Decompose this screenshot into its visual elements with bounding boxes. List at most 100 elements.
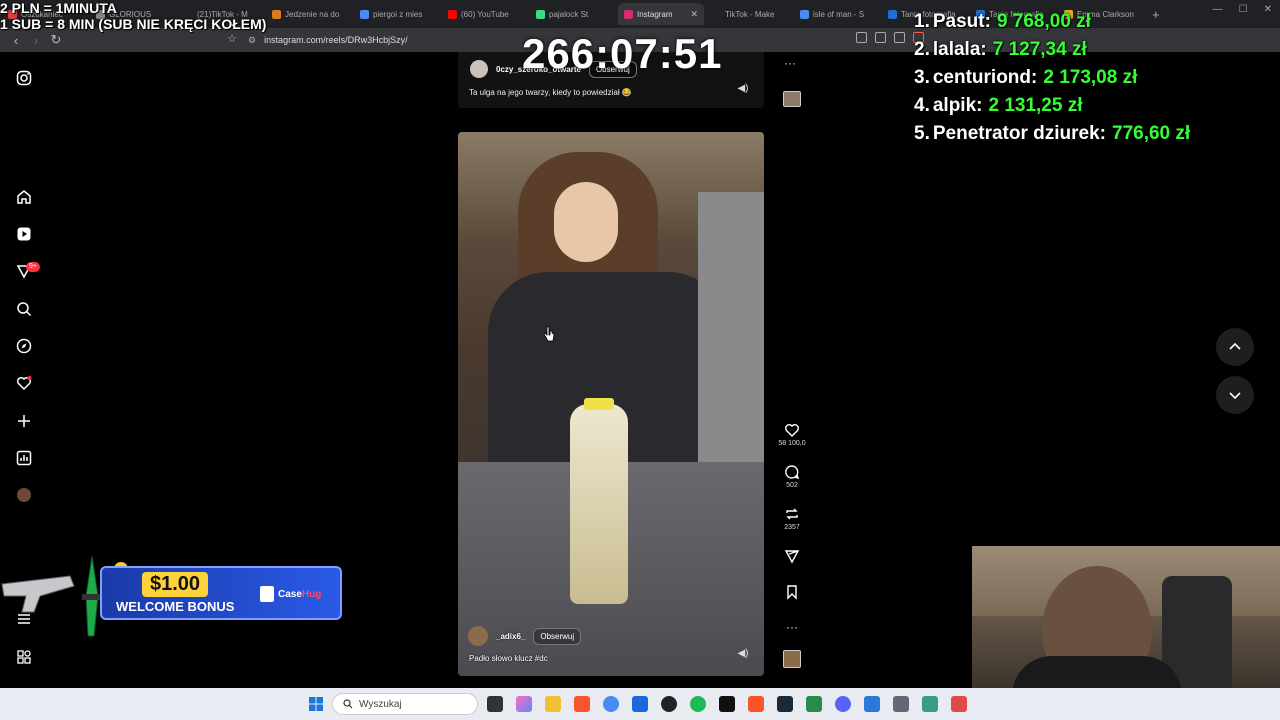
previous-audio-thumbnail[interactable]: [783, 91, 801, 107]
follow-button[interactable]: Obserwuj: [533, 627, 582, 645]
browser-tab[interactable]: (60) YouTube: [442, 3, 528, 25]
leaderboard-name: alpik:: [932, 95, 983, 116]
author-name[interactable]: _adix6_: [496, 632, 525, 641]
minimize-icon[interactable]: —: [1213, 4, 1223, 15]
profile-avatar[interactable]: [15, 486, 33, 504]
url-text: instagram.com/reels/DRw3HcbjSzy/: [264, 35, 408, 45]
settings-icon[interactable]: [893, 696, 909, 712]
close-window-icon[interactable]: ✕: [1264, 4, 1272, 15]
like-heart-icon[interactable]: [784, 422, 800, 438]
copilot-icon[interactable]: [516, 696, 532, 712]
tab-favicon-icon: [888, 9, 897, 19]
spotify-icon[interactable]: [690, 696, 706, 712]
leaderboard-amount: 9 768,00 zł: [996, 11, 1091, 32]
audio-thumbnail[interactable]: [783, 650, 801, 668]
leaderboard-name: Penetrator dziurek:: [932, 123, 1107, 144]
mute-icon[interactable]: ◀): [736, 648, 750, 662]
window-controls: — ☐ ✕: [1213, 4, 1272, 15]
back-icon[interactable]: ‹: [6, 33, 26, 48]
leaderboard-name: lalala:: [932, 39, 987, 60]
tab-favicon-icon: [448, 9, 457, 19]
leaderboard-rank: 4.: [914, 95, 930, 116]
dashboard-icon[interactable]: [15, 449, 33, 467]
welcome-bonus-card[interactable]: $1.00 WELCOME BONUS Case Hug: [100, 566, 342, 620]
more-action[interactable]: ···: [776, 620, 808, 650]
repost-icon[interactable]: [784, 506, 800, 522]
search-placeholder: Wyszukaj: [359, 698, 402, 710]
close-tab-icon[interactable]: ✕: [690, 9, 698, 20]
reels-icon[interactable]: [15, 225, 33, 243]
like-action[interactable]: 58 100,0: [776, 422, 808, 464]
browser-tab[interactable]: Instagram ✕: [618, 3, 704, 25]
chevron-down-icon: [1229, 392, 1241, 400]
home-icon[interactable]: [15, 188, 33, 206]
subathon-timer: 266:07:51: [522, 30, 723, 77]
more-options-icon[interactable]: ···: [786, 620, 798, 634]
browser-tab[interactable]: pajalock St: [530, 3, 616, 25]
extension-icon[interactable]: [856, 32, 867, 43]
previous-reel-button[interactable]: [1216, 328, 1254, 366]
taskbar-search[interactable]: Wyszukaj: [332, 693, 478, 715]
browser-tab[interactable]: piergoi z mies: [354, 3, 440, 25]
file-explorer-icon[interactable]: [545, 696, 561, 712]
notes-icon[interactable]: [864, 696, 880, 712]
tab-favicon-icon: [800, 9, 809, 19]
bookmark-save-icon[interactable]: [784, 584, 800, 600]
also-from-meta-icon[interactable]: [15, 648, 33, 666]
create-icon[interactable]: [15, 412, 33, 430]
rate-line-2: 1 SUB = 8 MIN (SUB NIE KRĘCI KOŁEM): [0, 16, 267, 32]
steam-icon[interactable]: [777, 696, 793, 712]
app-icon[interactable]: [951, 696, 967, 712]
share-action[interactable]: [776, 548, 808, 584]
leaderboard-row: 1. Pasut: 9 768,00 zł: [914, 8, 1190, 36]
author-avatar[interactable]: [468, 626, 488, 646]
bonus-amount: $1.00: [142, 572, 209, 597]
instagram-logo-icon[interactable]: [15, 69, 33, 87]
leaderboard-amount: 7 127,34 zł: [992, 39, 1087, 60]
leaderboard-row: 2. lalala: 7 127,34 zł: [914, 36, 1190, 64]
previous-mute-icon[interactable]: ◀): [736, 83, 750, 97]
site-info-icon[interactable]: ⚙: [248, 35, 256, 46]
next-reel-button[interactable]: [1216, 376, 1254, 414]
search-icon: [343, 699, 353, 709]
tab-favicon-icon: [272, 9, 281, 19]
brand-name-b: Hug: [301, 588, 322, 600]
windows-start-icon[interactable]: [308, 696, 324, 712]
bookmark-icon[interactable]: ☆: [222, 32, 242, 45]
tab-label: isle of man - S: [813, 9, 865, 19]
previous-author-avatar[interactable]: [470, 60, 488, 78]
task-view-icon[interactable]: [487, 696, 503, 712]
comment-action[interactable]: 502: [776, 464, 808, 506]
extension-icon[interactable]: [894, 32, 905, 43]
search-icon[interactable]: [15, 300, 33, 318]
brave-icon[interactable]: [748, 696, 764, 712]
tab-label: (60) YouTube: [461, 9, 509, 19]
browser-tab[interactable]: Jedzenie na do: [266, 3, 352, 25]
repost-count: 2357: [784, 524, 800, 531]
comment-icon[interactable]: [784, 464, 800, 480]
app-icon[interactable]: [719, 696, 735, 712]
discord-icon[interactable]: [835, 696, 851, 712]
notifications-heart-icon[interactable]: [15, 374, 33, 392]
browser-tab[interactable]: TikTok - Make: [706, 3, 792, 25]
repost-action[interactable]: 2357: [776, 506, 808, 548]
maximize-icon[interactable]: ☐: [1239, 4, 1248, 15]
leaderboard-rank: 3.: [914, 67, 930, 88]
browser-tab[interactable]: isle of man - S: [794, 3, 880, 25]
save-action[interactable]: [776, 584, 808, 620]
share-icon[interactable]: [784, 548, 800, 564]
extension-icon[interactable]: [875, 32, 886, 43]
brave-browser-icon[interactable]: [574, 696, 590, 712]
forward-icon[interactable]: ›: [26, 33, 46, 48]
explore-icon[interactable]: [15, 337, 33, 355]
chrome-icon[interactable]: [603, 696, 619, 712]
tab-favicon-icon: [536, 9, 545, 19]
reel-video[interactable]: _adix6_ Obserwuj Padło słowo klucz #dc ◀…: [458, 132, 764, 676]
previous-more-icon[interactable]: ···: [784, 56, 796, 70]
store-icon[interactable]: [632, 696, 648, 712]
windows-taskbar: Wyszukaj: [0, 688, 1280, 720]
reload-icon[interactable]: ↻: [46, 32, 66, 48]
calculator-icon[interactable]: [806, 696, 822, 712]
github-icon[interactable]: [661, 696, 677, 712]
app-icon[interactable]: [922, 696, 938, 712]
